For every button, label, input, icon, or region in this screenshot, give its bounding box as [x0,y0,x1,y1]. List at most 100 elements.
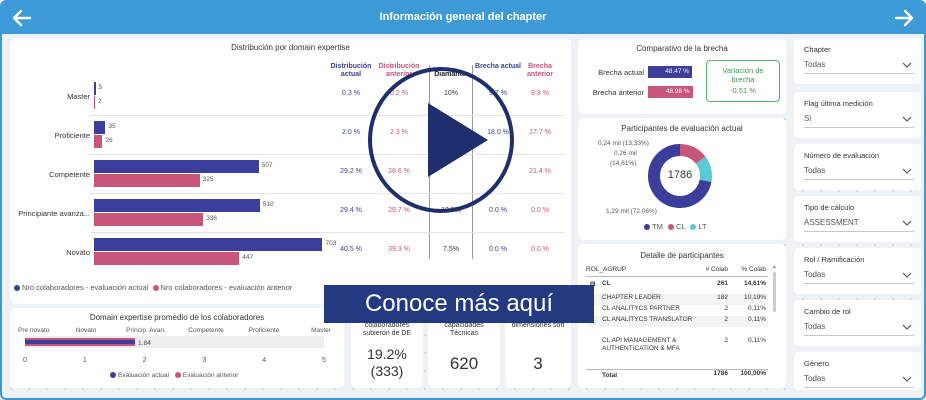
promedio-level-label: Novato [76,327,97,334]
donut-label-lt: 0,24 mil (13,33%) [598,140,649,147]
bar-anterior-value: 336 [206,215,218,222]
detalle-header-row: ROL_AGRUP # Colab % Colab [586,266,768,277]
slicer-dropdown[interactable]: Todas [804,320,914,336]
brecha-anterior-label: Brecha anterior [592,88,644,97]
slicer-label: Género [804,359,830,368]
brecha-actual-label: Brecha actual [598,68,644,77]
forward-arrow-icon[interactable] [892,6,916,30]
brecha-actual-track: 48.47 % [648,66,693,78]
distribution-legend: Nro colaboradores - evaluación actual Nr… [14,283,292,292]
promedio-tick: 2 [143,357,147,364]
slicer-dropdown[interactable]: Todas [804,164,914,180]
report-frame: Información general del chapter Distribu… [0,0,926,400]
detalle-group-name: CL [602,280,611,287]
slicer-tipo-de-c-lculo: Tipo de cálculo ASSESSMENT [794,196,921,242]
bar-anterior[interactable] [94,174,200,187]
bar-actual[interactable] [94,121,106,134]
kpi-label-dimensiones: dimensiones soft [511,322,565,329]
video-play-button[interactable] [366,65,516,215]
detalle-row[interactable]: CL ANALITYCS PARTNER 2 0,11% [586,305,768,316]
detalle-row-colab: 2 [724,337,728,344]
play-icon [368,67,514,213]
detalle-total-label: Total [602,372,618,379]
detalle-row[interactable]: CHAPTER LEADER 182 10,19% [586,294,768,305]
detalle-col-colab[interactable]: # Colab [692,266,728,273]
kpi-value-dimensiones: 3 [533,354,543,373]
detalle-scrollbar[interactable]: ▲ [772,264,777,364]
bar-anterior[interactable] [94,213,204,226]
promedio-tick: 3 [202,357,206,364]
bar-actual[interactable] [94,82,96,95]
slicer-dropdown[interactable]: ASSESSMENT [804,216,914,232]
promedio-legend-anterior: Evaluación anterior [182,372,239,379]
slicer-dropdown[interactable]: Todas [804,372,914,388]
slicer-rol-ramificaci-n: Rol / Ramificación Todas [794,248,921,294]
dist-cell-brecha-anterior: 17.7 % [529,129,551,136]
detalle-row-pct: 0,11% [748,305,766,312]
chevron-down-icon [902,376,912,382]
slicer-dropdown[interactable]: Si [804,112,914,128]
variacion-box: Variación de brecha -0.51 % [706,60,780,102]
slicer-label: Rol / Ramificación [804,255,865,264]
detalle-row[interactable]: CL API MANAGEMENT & AUTHENTICATION & MFA… [586,337,768,352]
kpi-value-capacidades: 620 [449,354,479,373]
brecha-anterior-bar: 48.98 % [648,86,693,98]
promedio-value-label: 1.84 [138,340,151,347]
detalle-row-name: CL ANALITYCS PARTNER [602,305,680,312]
slicer-dropdown[interactable]: Todas [804,58,914,74]
donut-segment-cl[interactable] [679,144,706,165]
bar-actual-value: 510 [262,201,274,208]
slicer-flag-ltima-medici-n: Flag última medición Si [794,92,921,138]
slicer-value: Todas [804,270,826,279]
chevron-down-icon [902,62,912,68]
slicer-n-mero-de-evaluaci-n: Número de evaluación Todas [794,144,921,190]
promedio-level-label: Pre novato [18,327,50,334]
slicer-g-nero: Género Todas [794,352,921,390]
promedio-level-label: Competente [188,327,224,334]
chevron-down-icon [902,324,912,330]
top-bar: Información general del chapter [2,2,924,34]
legend-actual-dot [14,285,20,292]
donut-label-tm: 1,29 mil (72,06%) [606,208,657,215]
chevron-down-icon [902,168,912,174]
promedio-tick: 5 [322,357,326,364]
detalle-col-rol[interactable]: ROL_AGRUP [586,266,626,273]
bar-anterior[interactable] [94,135,103,148]
brecha-actual-bar: 48.47 % [648,66,693,78]
bar-actual[interactable] [94,199,260,212]
legend-cl: CL [675,222,686,231]
detalle-col-pct[interactable]: % Colab [732,266,766,273]
detalle-title: Detalle de participantes [640,251,724,260]
detalle-row-pct: 10,19% [743,294,766,301]
bar-anterior[interactable] [94,252,240,265]
dist-cell-dist-anterior: 39.3 % [388,246,410,253]
promedio-bar-actual[interactable] [25,340,136,344]
slicer-value: Todas [804,166,826,175]
slicer-value: Todas [804,60,826,69]
dist-row-label: Principiante avanza... [18,209,90,218]
conoce-mas-banner[interactable]: Conoce más aquí [324,285,594,323]
bar-actual[interactable] [94,160,259,173]
bar-anterior-value: 2 [98,98,102,105]
dist-cell-brecha-anterior: 9.8 % [531,90,549,97]
detalle-row-name: CHAPTER LEADER [602,294,661,301]
detalle-card: Detalle de participantes ROL_AGRUP # Col… [578,244,786,388]
page-title: Información general del chapter [379,11,547,23]
detalle-row-name: CL ANALITYCS TRANSLATOR [602,316,693,323]
participantes-card: Participantes de evaluación actual 0,24 … [578,118,786,240]
promedio-level-label: Master [311,327,332,334]
legend-anterior-label: Nro colaboradores - evaluación anterior [160,283,293,292]
slicer-dropdown[interactable]: Todas [804,268,914,284]
slicer-value: ASSESSMENT [804,218,859,227]
detalle-group-row[interactable]: ⊟ CL 261 14,61% [586,280,768,291]
bar-actual[interactable] [94,238,323,251]
kpi-value-subieron: 19.2% [367,346,407,362]
promedio-level-label: Proficiente [249,327,280,334]
detalle-row[interactable]: CL ANALITYCS TRANSLATOR 2 0,11% [586,316,768,327]
bar-anterior[interactable] [94,96,95,109]
col-header-brecha-anterior: Brecha anterior [526,63,554,78]
detalle-group-pct: 14,61% [743,280,766,287]
bar-actual-value: 507 [261,162,273,169]
variacion-value: -0.51 % [730,86,756,95]
slicer-cambio-de-rol: Cambio de rol Todas [794,300,921,346]
